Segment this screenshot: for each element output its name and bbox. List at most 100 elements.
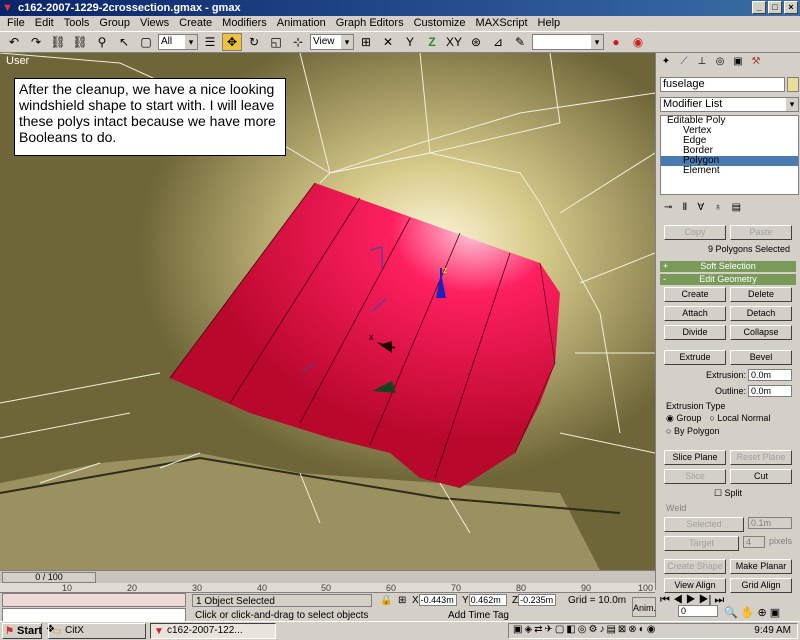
link-icon[interactable]: ⛓	[48, 33, 68, 51]
menu-tools[interactable]: Tools	[59, 16, 95, 31]
divide-button[interactable]: Divide	[664, 325, 726, 340]
extrude-button[interactable]: Extrude	[664, 350, 726, 365]
current-frame-field[interactable]: 0	[678, 605, 718, 617]
pivot-center-icon[interactable]: ⊞	[356, 33, 376, 51]
weld-target-button[interactable]: Target	[664, 536, 739, 551]
scale-icon[interactable]: ◱	[266, 33, 286, 51]
make-unique-icon[interactable]: ∀	[697, 202, 704, 213]
reference-coordinate-dropdown[interactable]: View	[310, 34, 354, 50]
stack-item-polygon[interactable]: Polygon	[661, 156, 798, 166]
paste-button[interactable]: Paste	[730, 225, 792, 240]
menu-maxscript[interactable]: MAXScript	[471, 16, 533, 31]
stack-item-edge[interactable]: Edge	[661, 136, 798, 146]
hierarchy-tab-icon[interactable]: ⊥	[694, 55, 710, 69]
edit-geometry-header[interactable]: - Edit Geometry	[660, 274, 796, 285]
selection-lock-icon[interactable]: 🔒	[380, 594, 392, 607]
copy-button[interactable]: Copy	[664, 225, 726, 240]
configure-modifier-sets-icon[interactable]: ▤	[732, 202, 741, 213]
view-align-button[interactable]: View Align	[664, 578, 726, 593]
menu-customize[interactable]: Customize	[409, 16, 471, 31]
utilities-tab-icon[interactable]: ⚒	[748, 55, 764, 69]
delete-button[interactable]: Delete	[730, 287, 792, 302]
menu-group[interactable]: Group	[94, 16, 135, 31]
selection-filter-dropdown[interactable]: All	[158, 34, 198, 50]
menu-help[interactable]: Help	[533, 16, 566, 31]
axis-y-icon[interactable]: Y	[400, 33, 420, 51]
weld-threshold-spinner[interactable]: 0.1m	[748, 517, 792, 529]
menu-create[interactable]: Create	[174, 16, 217, 31]
viewport-label[interactable]: User	[6, 55, 29, 67]
absolute-mode-icon[interactable]: ⊞	[398, 594, 406, 607]
material-editor-icon[interactable]: ●	[606, 33, 626, 51]
undo-icon[interactable]: ↶	[4, 33, 24, 51]
mirror-icon[interactable]: ✕	[378, 33, 398, 51]
tray-icons[interactable]: ▣◈⇄✈▢◧◎⚙♪▤⊠⊗◐◉	[513, 624, 657, 635]
attach-button[interactable]: Attach	[664, 306, 726, 321]
create-shape-button[interactable]: Create Shape	[664, 559, 726, 574]
animate-button[interactable]: Anim.	[632, 597, 656, 617]
close-button[interactable]: ×	[784, 1, 798, 14]
start-button[interactable]: ⚑ Start	[2, 623, 42, 639]
menu-edit[interactable]: Edit	[30, 16, 59, 31]
bevel-button[interactable]: Bevel	[730, 350, 792, 365]
stack-item-editable-poly[interactable]: Editable Poly	[661, 116, 798, 126]
weld-selected-button[interactable]: Selected	[664, 517, 744, 532]
minimize-button[interactable]: _	[752, 1, 766, 14]
make-planar-button[interactable]: Make Planar	[730, 559, 792, 574]
snap-icon[interactable]: ⊛	[466, 33, 486, 51]
region-select-icon[interactable]: ▢	[136, 33, 156, 51]
group-radio[interactable]: ◉ Group	[666, 413, 701, 424]
create-tab-icon[interactable]: ✦	[658, 55, 674, 69]
by-polygon-radio[interactable]: ○ By Polygon	[660, 424, 796, 438]
modify-tab-icon[interactable]: ⟋	[676, 55, 692, 69]
x-coordinate-field[interactable]: -0.443m	[418, 594, 457, 606]
object-name-field[interactable]: fuselage	[660, 77, 785, 92]
taskbar-item-citx[interactable]: ▭ CitX	[48, 623, 146, 639]
axis-xy-icon[interactable]: XY	[444, 33, 464, 51]
select-arrow-icon[interactable]: ↖	[114, 33, 134, 51]
stack-item-element[interactable]: Element	[661, 166, 798, 176]
detach-button[interactable]: Detach	[730, 306, 792, 321]
stack-item-vertex[interactable]: Vertex	[661, 126, 798, 136]
menu-animation[interactable]: Animation	[272, 16, 331, 31]
taskbar-item-gmax[interactable]: ▼ c162-2007-122...	[150, 623, 276, 639]
collapse-button[interactable]: Collapse	[730, 325, 792, 340]
pivot-icon[interactable]: ⊹	[288, 33, 308, 51]
select-by-name-icon[interactable]: ☰	[200, 33, 220, 51]
time-slider-track[interactable]: 0 / 100	[0, 570, 655, 583]
menu-file[interactable]: File	[2, 16, 30, 31]
named-selection-dropdown[interactable]	[532, 34, 604, 50]
menu-modifiers[interactable]: Modifiers	[217, 16, 272, 31]
slice-plane-button[interactable]: Slice Plane	[664, 450, 726, 465]
slice-button[interactable]: Slice	[664, 469, 726, 484]
create-button[interactable]: Create	[664, 287, 726, 302]
menu-views[interactable]: Views	[135, 16, 174, 31]
time-slider[interactable]: 0 / 100	[2, 572, 96, 583]
show-end-result-icon[interactable]: Ⅱ	[682, 202, 687, 213]
move-icon[interactable]: ✥	[222, 33, 242, 51]
pin-stack-icon[interactable]: ⊸	[664, 202, 672, 213]
y-coordinate-field[interactable]: 0.462m	[468, 594, 507, 606]
display-tab-icon[interactable]: ▣	[730, 55, 746, 69]
cut-button[interactable]: Cut	[730, 469, 792, 484]
maximize-button[interactable]: □	[768, 1, 782, 14]
local-normal-radio[interactable]: ○ Local Normal	[709, 413, 770, 424]
reset-plane-button[interactable]: Reset Plane	[730, 450, 792, 465]
maxscript-listener-output[interactable]	[2, 593, 186, 607]
soft-selection-rollout[interactable]: + Soft Selection	[660, 261, 796, 272]
menu-graph-editors[interactable]: Graph Editors	[331, 16, 409, 31]
render-icon[interactable]: ◉	[628, 33, 648, 51]
maxscript-listener-input[interactable]	[2, 608, 186, 622]
viewport-user[interactable]: z x User After the cleanup, we have a ni…	[0, 53, 655, 570]
bind-icon[interactable]: ⚲	[92, 33, 112, 51]
outline-spinner[interactable]: 0.0m	[748, 385, 792, 397]
modifier-list-dropdown[interactable]: Modifier List	[660, 97, 799, 112]
redo-icon[interactable]: ↷	[26, 33, 46, 51]
grid-align-button[interactable]: Grid Align	[730, 578, 792, 593]
align-icon[interactable]: ⊿	[488, 33, 508, 51]
target-pixels-spinner[interactable]: 4	[742, 536, 765, 548]
remove-modifier-icon[interactable]: ♁	[714, 202, 722, 213]
extrusion-spinner[interactable]: 0.0m	[748, 369, 792, 381]
split-checkbox[interactable]: ☐ Split	[660, 486, 796, 501]
z-coordinate-field[interactable]: -0.235m	[518, 594, 557, 606]
